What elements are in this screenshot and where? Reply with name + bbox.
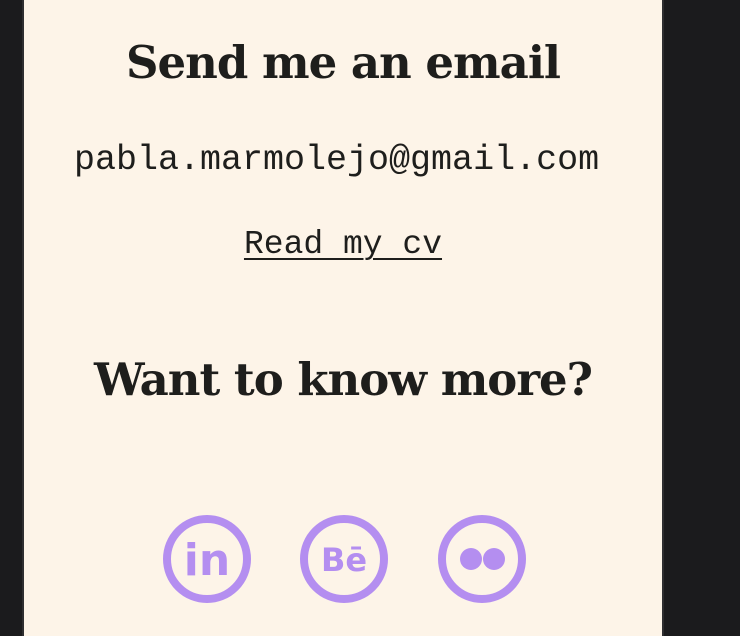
email-address-link[interactable]: pabla.marmolejo@gmail.com [74, 140, 599, 180]
linkedin-icon: in [163, 515, 251, 603]
flickr-dot-right [483, 548, 505, 570]
linkedin-link[interactable]: in [162, 514, 252, 604]
know-more-heading: Want to know more? [93, 353, 593, 406]
flickr-link[interactable] [437, 514, 527, 604]
flickr-dot-left [460, 548, 482, 570]
flickr-icon [438, 515, 526, 603]
behance-icon: Bē [300, 515, 388, 603]
read-cv-link[interactable]: Read my cv [24, 226, 662, 263]
contact-panel: Send me an email pabla.marmolejo@gmail.c… [22, 0, 664, 636]
behance-icon-label: Bē [321, 541, 367, 579]
linkedin-icon-label: in [184, 535, 230, 586]
email-heading: Send me an email [125, 36, 561, 89]
behance-link[interactable]: Bē [299, 514, 389, 604]
